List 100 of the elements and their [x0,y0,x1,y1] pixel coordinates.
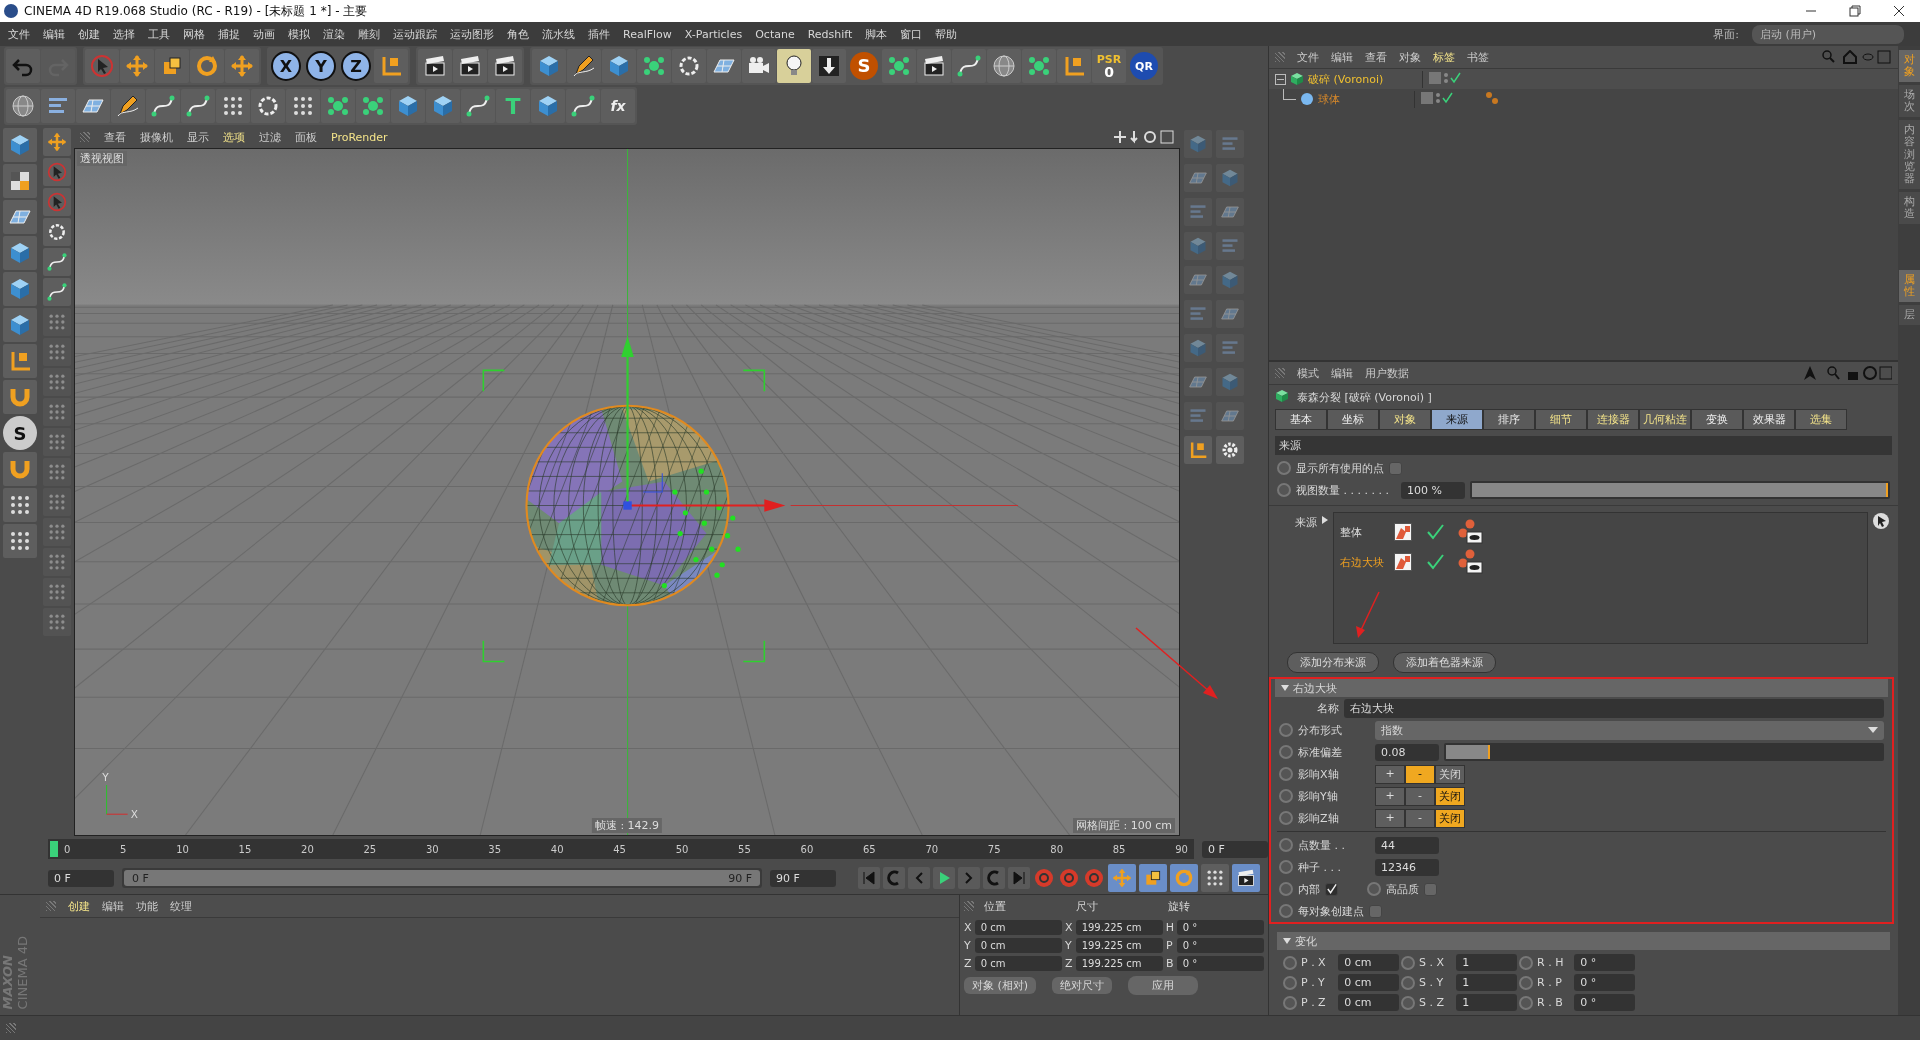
attribute-tab[interactable]: 变换 [1691,409,1743,430]
spline-icon[interactable] [181,89,215,123]
clapper-icon[interactable] [453,49,487,83]
dot-grid-icon[interactable] [43,368,71,396]
axis-lock-button[interactable]: Y [306,51,336,81]
3d-viewport[interactable]: Y X 透视视图 帧速 : 142.9 网格间距 : 100 cm [74,148,1180,836]
spline-icon[interactable] [952,49,986,83]
radio-icon[interactable] [1279,860,1293,874]
psr-button[interactable]: PSR 0 [1092,49,1126,83]
menu-item[interactable]: Redshift [807,27,853,41]
position-field[interactable]: 0 cm [974,920,1062,935]
menu-item[interactable]: 窗口 [900,26,923,42]
menu-item[interactable]: Octane [755,27,795,41]
move-icon[interactable] [43,128,71,156]
move-icon[interactable] [120,49,154,83]
attribute-tools-icon[interactable] [1802,365,1892,381]
side-tab[interactable]: 层 [1898,305,1920,326]
start-frame-field[interactable]: 0 F [48,869,114,887]
loop-back-icon[interactable] [883,867,905,889]
menu-item[interactable]: X-Particles [684,27,743,41]
radio-icon[interactable] [1519,975,1533,990]
seed-field[interactable]: 12346 [1375,858,1439,876]
cube-icon[interactable] [1216,266,1244,294]
plane-icon[interactable] [1184,164,1212,192]
radio-icon[interactable] [1367,882,1381,896]
size-mode-dropdown[interactable]: 绝对尺寸 [1052,977,1113,994]
plane-icon[interactable] [1216,198,1244,226]
ring-icon[interactable] [251,89,285,123]
menu-item[interactable]: 编辑 [43,26,65,42]
plane-icon[interactable] [707,49,741,83]
dot-grid-icon[interactable] [43,338,71,366]
search-icon[interactable] [1822,50,1892,64]
object-menu-item[interactable]: 书签 [1467,49,1489,65]
std-dev-field[interactable]: 0.08 [1375,743,1439,761]
segment-button[interactable]: 关闭 [1435,808,1465,828]
radio-icon[interactable] [1279,838,1293,852]
gear-icon[interactable] [1216,436,1244,464]
close-icon[interactable] [1892,4,1906,18]
attribute-tab[interactable]: 对象 [1379,409,1431,430]
axis-corner-icon[interactable] [1057,49,1091,83]
radio-icon[interactable] [1519,995,1533,1010]
radio-icon[interactable] [1283,955,1297,970]
add-source-button[interactable]: 添加分布来源 [1287,652,1379,673]
cube-icon[interactable] [1216,368,1244,396]
frame-range-slider[interactable]: 0 F 90 F [124,870,760,886]
clapper-icon[interactable] [917,49,951,83]
menu-item[interactable]: RealFlow [623,27,672,41]
source-item[interactable]: 整体 [1340,524,1380,540]
cluster-icon[interactable] [1022,49,1056,83]
dot-grid-icon[interactable] [43,458,71,486]
position-field[interactable]: 0 cm [974,956,1062,971]
clapper-icon[interactable] [418,49,452,83]
radio-icon[interactable] [1277,483,1291,497]
radio-icon[interactable] [1401,975,1415,990]
expand-arrow-icon[interactable] [1321,516,1329,524]
radio-icon[interactable] [1401,955,1415,970]
apply-button[interactable]: 应用 [1128,976,1199,995]
radio-icon[interactable] [1401,995,1415,1010]
transform-field[interactable]: 1 [1456,954,1517,971]
rotation-field[interactable]: 0 ° [1176,920,1264,935]
camera-icon[interactable] [742,49,776,83]
axis-corner-icon[interactable] [3,344,37,378]
menu-item[interactable]: 流水线 [542,26,575,42]
playhead-marker[interactable] [50,841,58,857]
spline-icon[interactable] [43,248,71,276]
cube-icon[interactable] [1216,164,1244,192]
size-field[interactable]: 199.225 cm [1075,956,1163,971]
cube-icon[interactable] [3,272,37,306]
menu-item[interactable]: 运动图形 [450,26,494,42]
menu-item[interactable]: 创建 [78,26,100,42]
attribute-tab[interactable]: 基本 [1275,409,1327,430]
object-source-icon[interactable] [1394,553,1412,571]
segment-button[interactable]: - [1405,808,1435,828]
lines-icon[interactable] [1216,130,1244,158]
ring-icon[interactable] [672,49,706,83]
lines-icon[interactable] [1184,198,1212,226]
cube-icon[interactable] [426,89,460,123]
plane-handle[interactable] [642,472,663,493]
lines-icon[interactable] [41,89,75,123]
pen-icon[interactable] [111,89,145,123]
plane-icon[interactable] [1216,300,1244,328]
transform-field[interactable]: 0 cm [1338,954,1399,971]
segment-button[interactable]: - [1405,786,1435,806]
transform-field[interactable]: 0 cm [1338,974,1399,991]
cube-icon[interactable] [1184,130,1212,158]
checkbox[interactable] [1389,461,1402,475]
spline-icon[interactable] [566,89,600,123]
viewport-menu-item[interactable]: 显示 [187,129,209,145]
dot-grid-icon[interactable] [1201,864,1229,892]
rotation-field[interactable]: 0 ° [1176,956,1264,971]
radio-icon[interactable] [1279,767,1293,781]
segment-button[interactable]: - [1405,764,1435,784]
attribute-tab[interactable]: 效果器 [1743,409,1795,430]
slider-fill[interactable] [1446,745,1490,759]
point-count-field[interactable]: 44 [1375,836,1439,854]
layout-dropdown[interactable]: 启动 (用户) [1752,24,1904,44]
scale-icon[interactable] [1139,864,1167,892]
dot-grid-icon[interactable] [216,89,250,123]
spline-icon[interactable] [461,89,495,123]
rotate-icon[interactable] [190,49,224,83]
